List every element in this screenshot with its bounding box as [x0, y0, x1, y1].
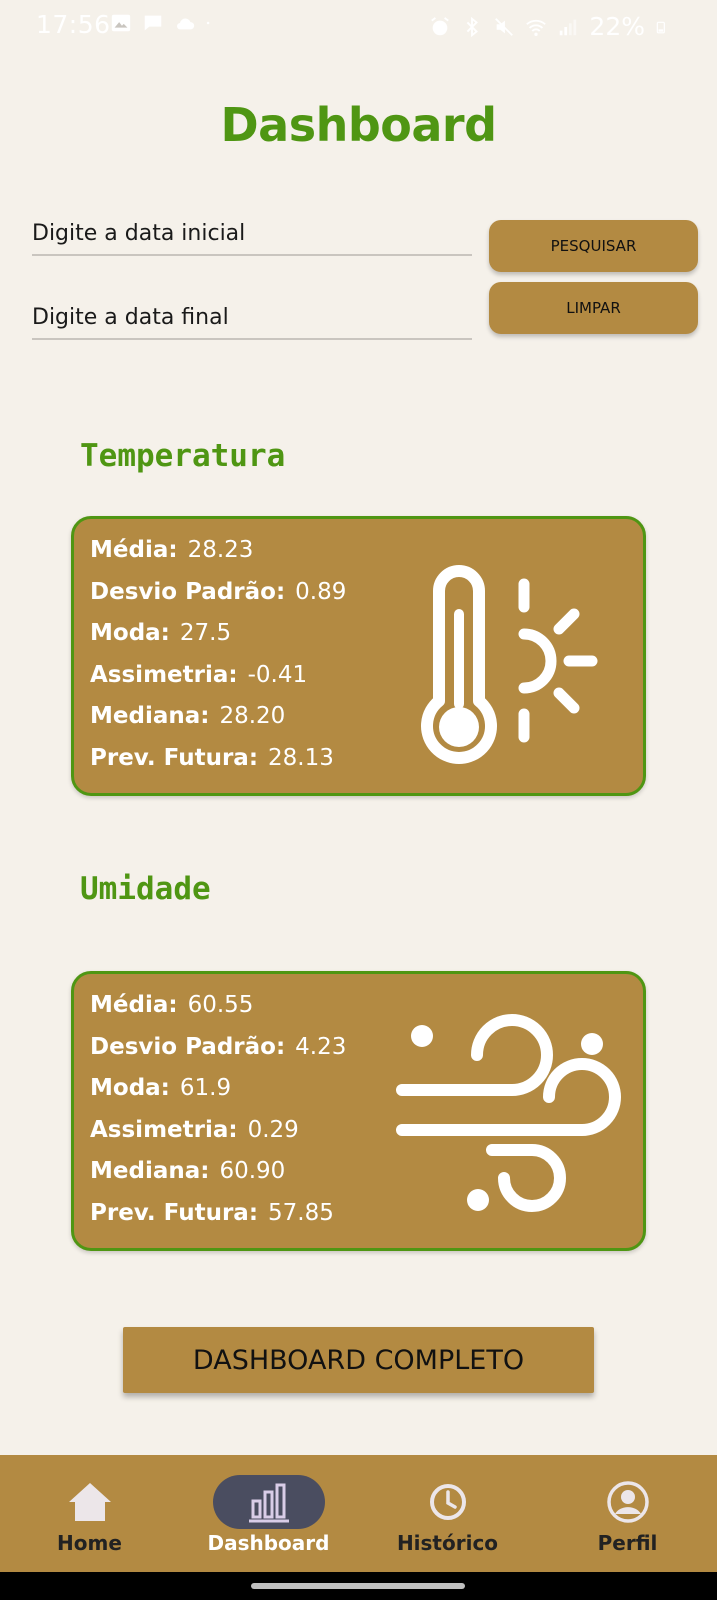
- stat-row-mode: Moda: 27.5: [90, 620, 346, 662]
- stat-value: 28.13: [268, 744, 334, 771]
- status-left-icons: [110, 12, 216, 34]
- profile-icon: [606, 1481, 649, 1523]
- start-date-input[interactable]: [32, 212, 472, 256]
- stat-label: Prev. Futura:: [90, 1199, 259, 1226]
- temperature-card: Média: 28.23 Desvio Padrão: 0.89 Moda: 2…: [71, 516, 646, 796]
- stat-value: 28.20: [219, 703, 286, 729]
- stat-row-mean: Média: 28.23: [90, 537, 346, 579]
- stat-value: 57.85: [268, 1199, 334, 1226]
- stat-label: Mediana:: [90, 703, 210, 729]
- alarm-icon: [431, 16, 450, 35]
- clear-button[interactable]: LIMPAR: [489, 282, 698, 334]
- nav-item-home[interactable]: Home: [0, 1455, 179, 1572]
- temperature-stats: Média: 28.23 Desvio Padrão: 0.89 Moda: 2…: [90, 537, 346, 786]
- home-gesture-handle[interactable]: [251, 1583, 465, 1589]
- clock-icon: [429, 1484, 466, 1520]
- stat-value: 4.23: [295, 1033, 347, 1060]
- stat-label: Mediana:: [90, 1158, 210, 1184]
- stat-value: 61.9: [179, 1075, 232, 1101]
- thermometer-sun-icon: [421, 565, 598, 764]
- nav-item-history[interactable]: Histórico: [358, 1455, 537, 1572]
- stat-label: Prev. Futura:: [90, 744, 259, 771]
- stat-row-skewness: Assimetria: -0.41: [90, 662, 346, 704]
- cloud-icon: [176, 18, 195, 30]
- dot-icon: [206, 21, 210, 25]
- bottom-nav: Home Dashboard Histórico Perfil: [0, 1455, 717, 1572]
- stat-row-median: Mediana: 28.20: [90, 703, 346, 745]
- temperature-section-title: Temperatura: [80, 438, 286, 474]
- stat-value: 28.23: [187, 537, 254, 563]
- stat-label: Desvio Padrão:: [90, 578, 286, 605]
- stat-row-std-dev: Desvio Padrão: 4.23: [90, 1034, 346, 1076]
- page-title: Dashboard: [220, 98, 497, 152]
- stat-value: 0.89: [295, 578, 347, 605]
- nav-item-dashboard[interactable]: Dashboard: [179, 1455, 358, 1572]
- humidity-section-title: Umidade: [80, 871, 211, 907]
- wifi-icon: [526, 19, 547, 36]
- stat-row-mode: Moda: 61.9: [90, 1075, 346, 1117]
- stat-value: 27.5: [179, 620, 232, 646]
- nav-item-profile[interactable]: Perfil: [538, 1455, 717, 1572]
- battery-level: 22%: [589, 12, 645, 41]
- end-date-input[interactable]: [32, 296, 472, 340]
- stat-value: 60.55: [187, 992, 254, 1018]
- stat-row-forecast: Prev. Futura: 28.13: [90, 745, 346, 787]
- search-button[interactable]: PESQUISAR: [489, 220, 698, 272]
- bar-chart-icon: [248, 1483, 289, 1523]
- stat-label: Média:: [90, 992, 178, 1018]
- nav-label-home: Home: [57, 1531, 122, 1555]
- stat-row-skewness: Assimetria: 0.29: [90, 1117, 346, 1159]
- nav-label-profile: Perfil: [597, 1531, 658, 1555]
- stat-row-mean: Média: 60.55: [90, 992, 346, 1034]
- stat-row-median: Mediana: 60.90: [90, 1158, 346, 1200]
- stat-row-forecast: Prev. Futura: 57.85: [90, 1200, 346, 1242]
- full-dashboard-button[interactable]: DASHBOARD COMPLETO: [123, 1327, 594, 1393]
- stat-value: 60.90: [219, 1158, 286, 1184]
- humidity-card: Média: 60.55 Desvio Padrão: 4.23 Moda: 6…: [71, 971, 646, 1251]
- message-icon: [144, 15, 162, 31]
- battery-icon: [656, 21, 665, 33]
- stat-label: Moda:: [90, 1075, 170, 1101]
- stat-value: -0.41: [247, 661, 308, 688]
- home-icon: [68, 1483, 111, 1521]
- bluetooth-icon: [467, 16, 479, 37]
- stat-label: Média:: [90, 537, 178, 563]
- signal-icon: [560, 19, 577, 35]
- wind-icon: [396, 1014, 621, 1212]
- status-bar: 17:56 22%: [0, 0, 717, 50]
- stat-label: Assimetria:: [90, 1116, 238, 1143]
- stat-row-std-dev: Desvio Padrão: 0.89: [90, 579, 346, 621]
- nav-label-dashboard: Dashboard: [207, 1531, 330, 1555]
- stat-label: Assimetria:: [90, 661, 238, 688]
- status-time: 17:56: [36, 10, 111, 39]
- image-icon: [111, 14, 131, 32]
- mute-icon: [495, 17, 514, 36]
- stat-value: 0.29: [247, 1116, 299, 1143]
- humidity-stats: Média: 60.55 Desvio Padrão: 4.23 Moda: 6…: [90, 992, 346, 1241]
- stat-label: Moda:: [90, 620, 170, 646]
- nav-label-history: Histórico: [396, 1531, 499, 1555]
- status-right-icons: 22%: [429, 12, 669, 41]
- stat-label: Desvio Padrão:: [90, 1033, 286, 1060]
